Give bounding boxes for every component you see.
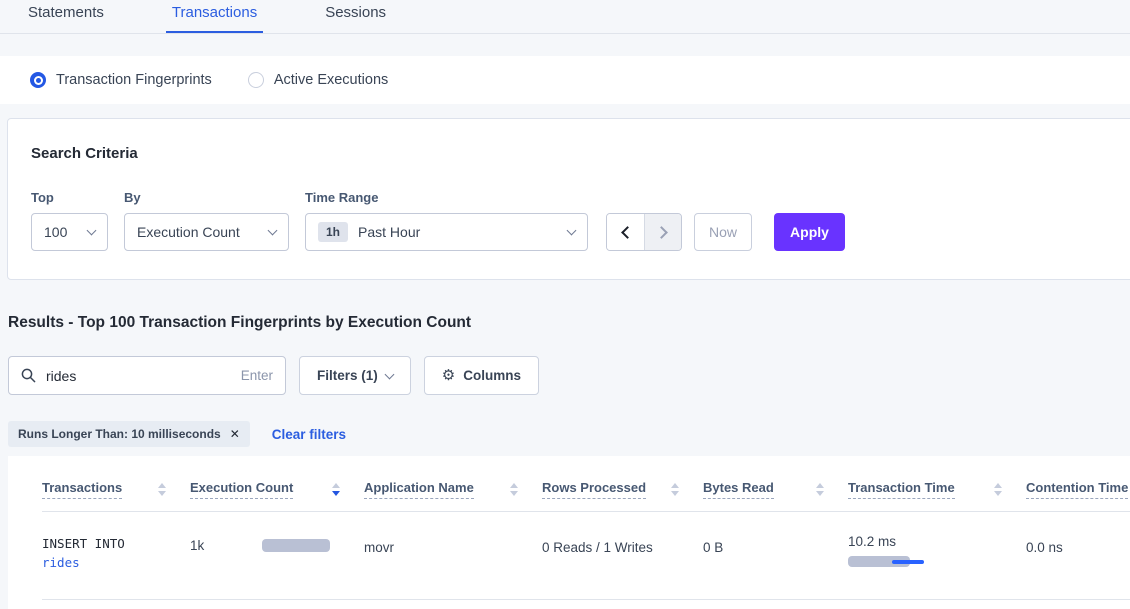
radio-unselected-icon — [248, 72, 264, 88]
top-label: Top — [31, 190, 108, 205]
table-header-row: Transactions Execution Count Application… — [42, 470, 1130, 512]
time-range-label: Time Range — [305, 190, 588, 205]
chevron-left-icon — [621, 226, 634, 239]
filter-chip-label: Runs Longer Than: 10 milliseconds — [18, 427, 221, 441]
by-select[interactable]: Execution Count — [124, 213, 289, 251]
search-icon — [21, 368, 36, 383]
sort-icon[interactable] — [994, 483, 1002, 496]
execution-count-bar — [262, 539, 330, 552]
execution-count-cell: 1k — [190, 534, 364, 553]
clear-filters-link[interactable]: Clear filters — [272, 427, 346, 442]
col-contention-time: Contention Time — [1026, 480, 1130, 499]
active-filters-row: Runs Longer Than: 10 milliseconds ✕ Clea… — [8, 421, 1130, 447]
chevron-down-icon — [268, 225, 278, 235]
sort-icon[interactable] — [816, 483, 824, 496]
search-criteria-form: Top 100 By Execution Count Time Range 1h… — [31, 190, 1130, 251]
search-input[interactable] — [46, 368, 231, 384]
radio-selected-icon — [30, 72, 46, 88]
columns-button[interactable]: ⚙ Columns — [424, 356, 539, 395]
top-select[interactable]: 100 — [31, 213, 108, 251]
now-button[interactable]: Now — [694, 213, 752, 251]
filter-chip: Runs Longer Than: 10 milliseconds ✕ — [8, 421, 250, 447]
table-row: INSERT INTO rides 1k movr 0 Reads / 1 Wr… — [42, 512, 1130, 600]
bytes-read-cell: 0 B — [703, 534, 848, 555]
radio-label: Active Executions — [274, 72, 388, 88]
time-range-value: Past Hour — [358, 224, 558, 240]
filters-button[interactable]: Filters (1) — [299, 356, 411, 395]
radio-label: Transaction Fingerprints — [56, 72, 212, 88]
chevron-down-icon — [384, 370, 394, 380]
chevron-right-icon — [655, 226, 668, 239]
time-range-select[interactable]: 1h Past Hour — [305, 213, 588, 251]
columns-button-label: Columns — [463, 368, 521, 383]
col-transactions: Transactions — [42, 480, 190, 499]
col-transaction-time: Transaction Time — [848, 480, 1026, 499]
by-select-value: Execution Count — [137, 224, 259, 240]
top-field: Top 100 — [31, 190, 108, 251]
top-tab-bar: Statements Transactions Sessions — [0, 0, 1130, 34]
transaction-time-cell: 10.2 ms — [848, 534, 1026, 567]
col-execution-count: Execution Count — [190, 480, 364, 499]
rows-processed-cell: 0 Reads / 1 Writes — [542, 534, 703, 555]
radio-transaction-fingerprints[interactable]: Transaction Fingerprints — [30, 72, 212, 88]
view-mode-strip: Transaction Fingerprints Active Executio… — [0, 56, 1130, 104]
chevron-down-icon — [87, 225, 97, 235]
search-criteria-title: Search Criteria — [31, 145, 1130, 162]
transaction-time-bar-stddev — [892, 560, 924, 564]
enter-hint: Enter — [241, 368, 273, 383]
time-range-prev-button[interactable] — [607, 214, 644, 250]
by-label: By — [124, 190, 289, 205]
search-criteria-card: Search Criteria Top 100 By Execution Cou… — [7, 118, 1130, 280]
sort-icon[interactable] — [671, 483, 679, 496]
time-range-badge: 1h — [318, 222, 348, 242]
filters-button-label: Filters (1) — [317, 368, 378, 383]
results-controls: Enter Filters (1) ⚙ Columns — [8, 356, 1130, 395]
tab-sessions[interactable]: Sessions — [319, 0, 392, 33]
contention-time-cell: 0.0 ns — [1026, 534, 1130, 555]
col-rows-processed: Rows Processed — [542, 480, 703, 499]
sort-icon[interactable] — [158, 483, 166, 496]
apply-button[interactable]: Apply — [774, 213, 845, 251]
results-table: Transactions Execution Count Application… — [8, 456, 1130, 609]
chevron-down-icon — [567, 225, 577, 235]
results-search-box[interactable]: Enter — [8, 356, 286, 395]
results-heading: Results - Top 100 Transaction Fingerprin… — [8, 314, 1130, 332]
time-range-next-button[interactable] — [644, 214, 681, 250]
col-application-name: Application Name — [364, 480, 542, 499]
transaction-fingerprint-cell: INSERT INTO rides — [42, 534, 190, 573]
sort-icon-active[interactable] — [332, 483, 340, 496]
top-select-value: 100 — [44, 224, 78, 240]
time-range-arrows — [606, 213, 682, 251]
sql-statement: INSERT INTO — [42, 534, 190, 553]
tab-statements[interactable]: Statements — [22, 0, 110, 33]
radio-active-executions[interactable]: Active Executions — [248, 72, 388, 88]
sort-icon[interactable] — [510, 483, 518, 496]
remove-filter-icon[interactable]: ✕ — [230, 427, 240, 441]
transaction-link[interactable]: rides — [42, 553, 190, 572]
application-name-cell: movr — [364, 534, 542, 555]
time-range-field: Time Range 1h Past Hour — [305, 190, 588, 251]
transaction-time-bar — [848, 556, 958, 567]
gear-icon: ⚙ — [442, 368, 455, 383]
by-field: By Execution Count — [124, 190, 289, 251]
tab-transactions[interactable]: Transactions — [166, 0, 263, 33]
col-bytes-read: Bytes Read — [703, 480, 848, 499]
